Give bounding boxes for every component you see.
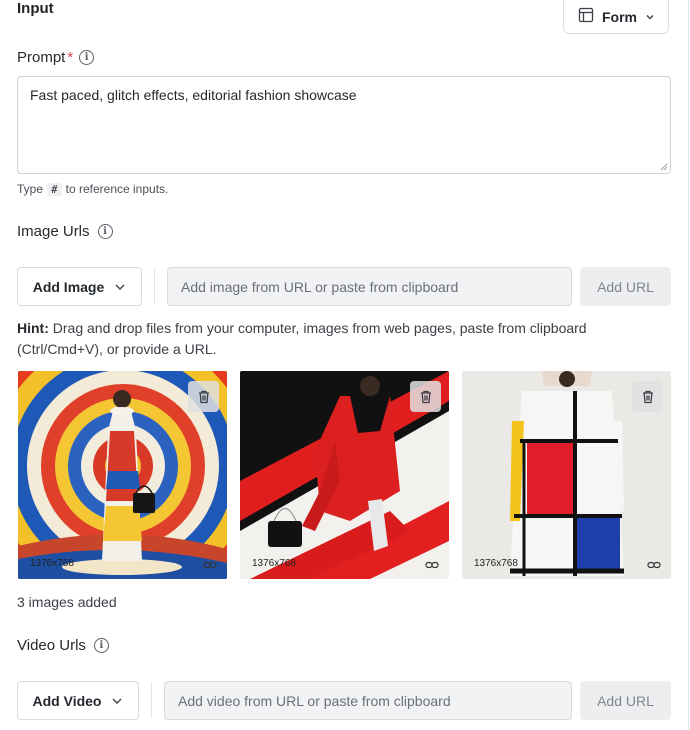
add-image-url-button[interactable]: Add URL bbox=[580, 267, 671, 306]
delete-image-button[interactable] bbox=[632, 381, 663, 412]
link-icon[interactable] bbox=[203, 560, 217, 570]
info-icon[interactable]: i bbox=[97, 224, 113, 239]
info-icon[interactable]: i bbox=[79, 50, 95, 65]
add-image-label: Add Image bbox=[32, 278, 105, 295]
delete-image-button[interactable] bbox=[188, 381, 219, 412]
image-urls-label: Image Urls bbox=[17, 223, 90, 240]
delete-image-button[interactable] bbox=[410, 381, 441, 412]
resize-handle-icon[interactable] bbox=[660, 163, 668, 171]
image-thumbnail[interactable]: 1376x768 bbox=[240, 371, 449, 579]
image-thumbnail[interactable]: 1376x768 bbox=[18, 371, 227, 579]
prompt-label-row: Prompt * i bbox=[17, 49, 95, 66]
prompt-textarea[interactable]: Fast paced, glitch effects, editorial fa… bbox=[17, 76, 671, 174]
info-icon[interactable]: i bbox=[93, 638, 109, 653]
required-mark: * bbox=[67, 49, 74, 66]
chevron-down-icon bbox=[645, 9, 655, 25]
help-key: # bbox=[47, 182, 62, 196]
add-url-label: Add URL bbox=[597, 692, 654, 709]
add-video-url-button[interactable]: Add URL bbox=[580, 681, 671, 720]
form-toggle-label: Form bbox=[602, 8, 637, 25]
image-url-placeholder: Add image from URL or paste from clipboa… bbox=[181, 278, 459, 295]
trash-icon bbox=[198, 390, 209, 404]
add-video-label: Add Video bbox=[32, 692, 102, 709]
image-url-input[interactable]: Add image from URL or paste from clipboa… bbox=[167, 267, 572, 306]
chevron-down-icon bbox=[114, 279, 126, 295]
section-title: Input bbox=[17, 0, 54, 17]
video-url-placeholder: Add video from URL or paste from clipboa… bbox=[178, 692, 451, 709]
image-thumbnail[interactable]: 1376x768 bbox=[462, 371, 671, 579]
hint-label: Hint: bbox=[17, 320, 49, 336]
add-image-button[interactable]: Add Image bbox=[17, 267, 142, 306]
trash-icon bbox=[420, 390, 431, 404]
images-count: 3 images added bbox=[17, 594, 117, 610]
image-dimensions: 1376x768 bbox=[30, 558, 74, 569]
help-prefix: Type bbox=[17, 182, 44, 196]
image-dimensions: 1376x768 bbox=[474, 558, 518, 569]
image-urls-label-row: Image Urls i bbox=[17, 223, 113, 240]
add-url-label: Add URL bbox=[597, 278, 654, 295]
video-urls-label-row: Video Urls i bbox=[17, 637, 109, 654]
chevron-down-icon bbox=[111, 693, 123, 709]
prompt-label: Prompt bbox=[17, 49, 66, 66]
form-toggle-button[interactable]: Form bbox=[563, 0, 669, 34]
layout-icon bbox=[578, 7, 594, 26]
video-urls-label: Video Urls bbox=[17, 637, 86, 654]
video-url-input[interactable]: Add video from URL or paste from clipboa… bbox=[164, 681, 572, 720]
prompt-value: Fast paced, glitch effects, editorial fa… bbox=[30, 87, 357, 103]
link-icon[interactable] bbox=[647, 560, 661, 570]
input-panel: Input Form Prompt * i Fast paced, glitch… bbox=[0, 0, 689, 730]
divider bbox=[154, 268, 155, 304]
help-suffix: to reference inputs. bbox=[65, 182, 169, 196]
prompt-help-text: Type # to reference inputs. bbox=[17, 182, 168, 196]
image-dimensions: 1376x768 bbox=[252, 558, 296, 569]
divider bbox=[151, 682, 152, 718]
add-video-button[interactable]: Add Video bbox=[17, 681, 139, 720]
hint-text: Drag and drop files from your computer, … bbox=[17, 320, 587, 357]
image-hint: Hint: Drag and drop files from your comp… bbox=[17, 318, 657, 360]
link-icon[interactable] bbox=[425, 560, 439, 570]
trash-icon bbox=[642, 390, 653, 404]
